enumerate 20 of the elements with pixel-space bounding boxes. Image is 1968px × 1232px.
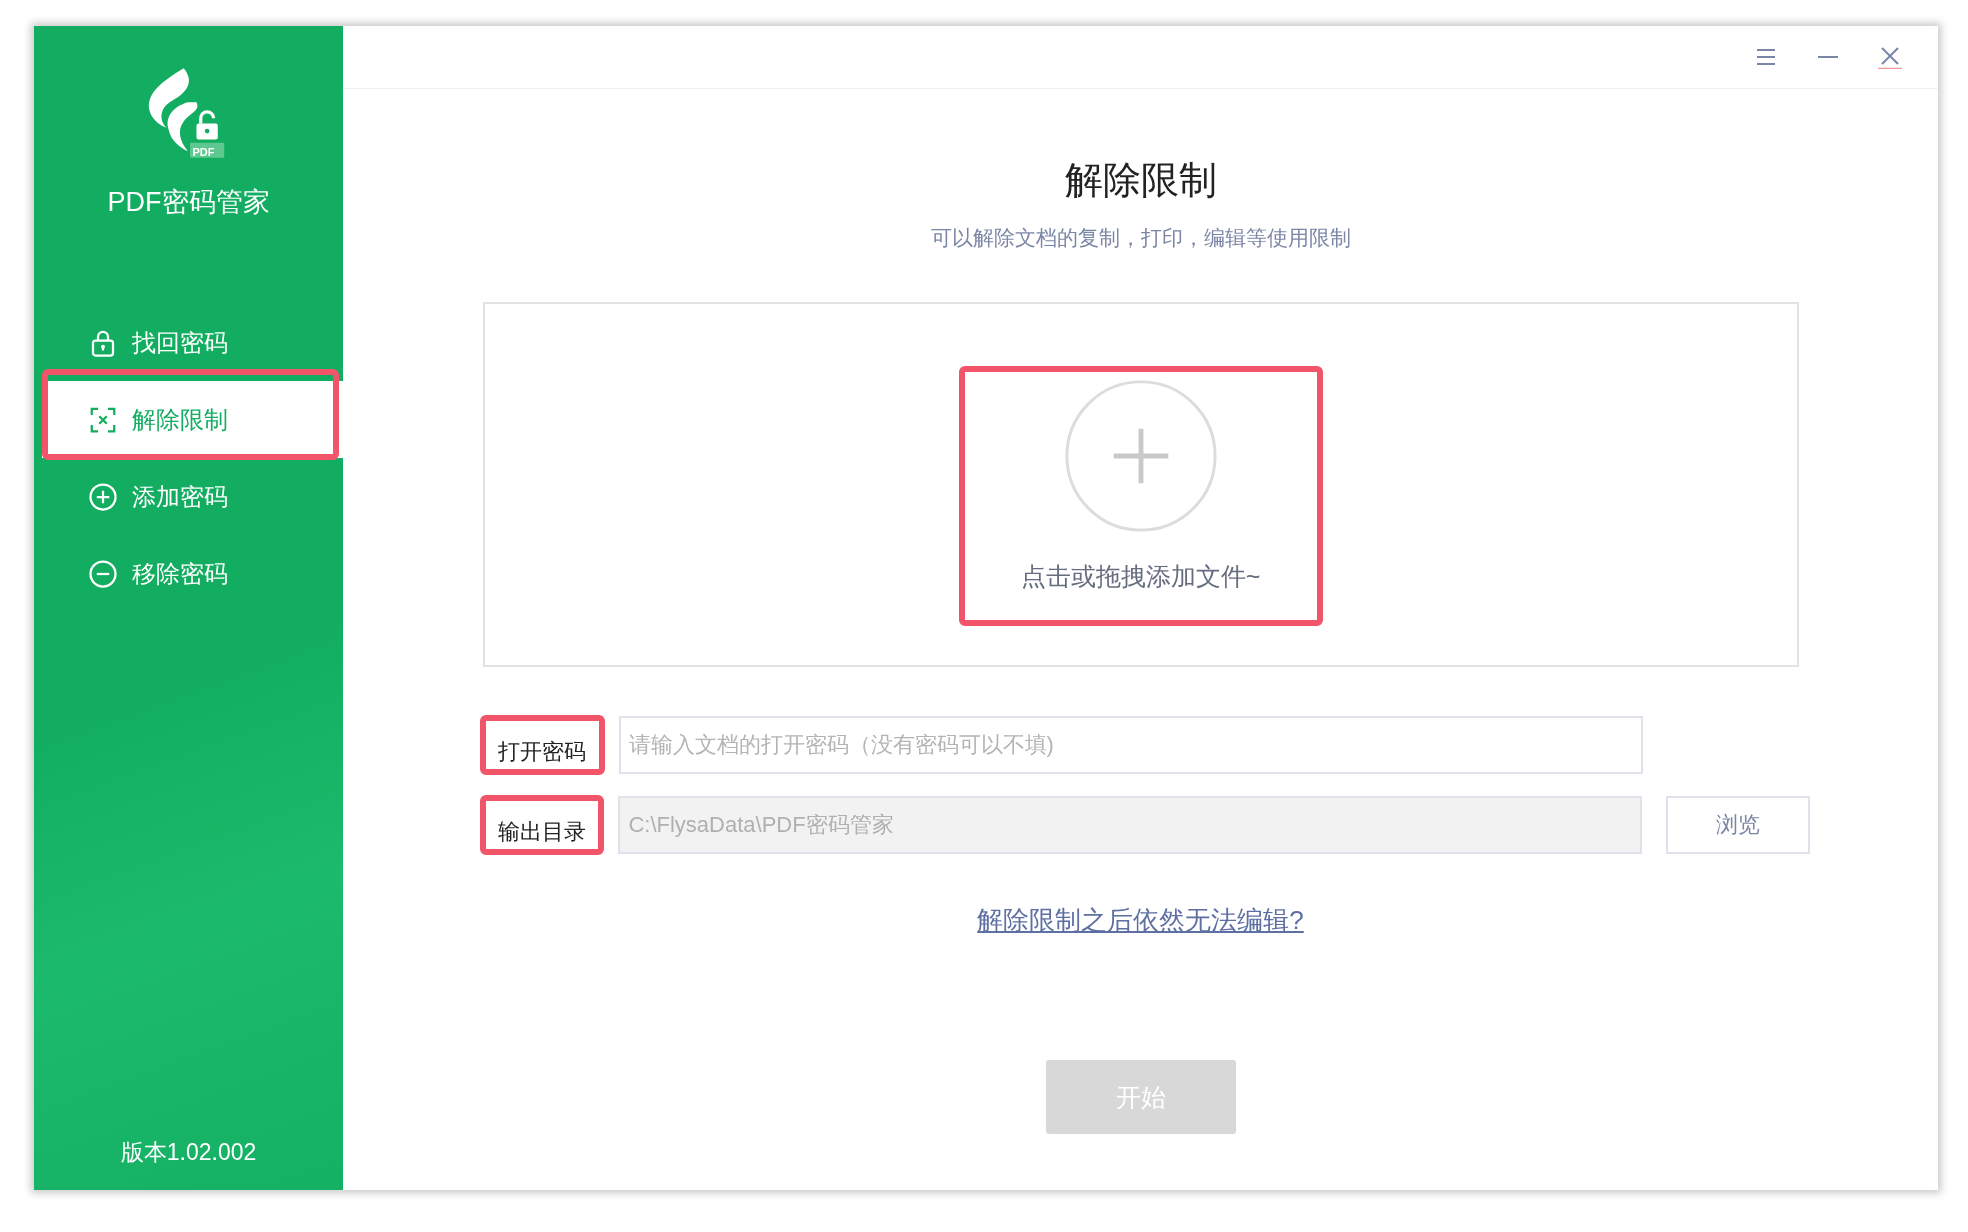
minus-circle-icon (88, 558, 118, 589)
sidebar-nav-item[interactable]: 添加密码 (42, 458, 343, 535)
close-icon[interactable] (1878, 45, 1902, 69)
browse-button[interactable]: 浏览 (1665, 796, 1810, 854)
sidebar-nav-item[interactable]: 移除密码 (42, 535, 343, 612)
field-label: 输出目录 (497, 818, 586, 846)
sidebar-nav-item[interactable]: 解除限制 (42, 381, 343, 458)
file-drop-zone[interactable]: 点击或拖拽添加文件~ (482, 302, 1799, 667)
page-subtitle: 可以解除文档的复制，打印，编辑等使用限制 (930, 225, 1351, 251)
plus-circle-icon (88, 481, 118, 512)
logo-badge-text: PDF (192, 146, 215, 158)
app-name: PDF密码管家 (107, 186, 270, 219)
drop-zone-hint: 点击或拖拽添加文件~ (1020, 561, 1261, 592)
field-label: 打开密码 (498, 738, 586, 766)
help-link[interactable]: 解除限制之后依然无法编辑? (977, 903, 1304, 938)
password-input-field[interactable]: 请输入文档的打开密码（没有密码可以不填) (618, 716, 1643, 774)
sidebar-nav-item[interactable]: 找回密码 (42, 304, 343, 381)
version-label: 版本1.02.002 (120, 1138, 257, 1167)
output-folder-field[interactable]: C:\FlysaData\PDF密码管家 (618, 796, 1642, 854)
page-title: 解除限制 (1064, 158, 1217, 203)
